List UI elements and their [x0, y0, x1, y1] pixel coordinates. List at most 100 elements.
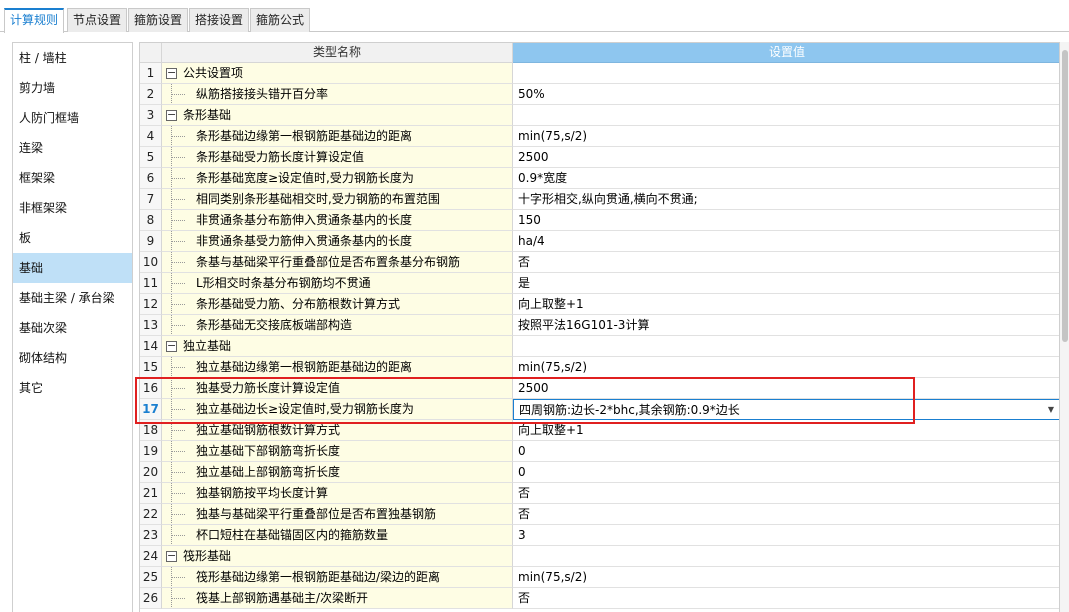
type-name-cell: 独立基础下部钢筋弯折长度 [162, 441, 513, 462]
setting-value-cell[interactable]: 2500 [513, 147, 1059, 168]
sidebar-item-foundation-main-beam[interactable]: 基础主梁 / 承台梁 [13, 283, 132, 313]
table-row[interactable]: 15 独立基础边缘第一根钢筋距基础边的距离 min(75,s/2) [140, 357, 1059, 378]
tab-lap-settings[interactable]: 搭接设置 [189, 8, 250, 32]
table-row[interactable]: 8 非贯通条基分布筋伸入贯通条基内的长度 150 [140, 210, 1059, 231]
setting-value-cell [513, 105, 1059, 126]
row-number: 2 [140, 84, 162, 105]
sidebar-item-other[interactable]: 其它 [13, 373, 132, 403]
tree-branch [171, 304, 185, 305]
setting-value-cell[interactable]: 0.9*宽度 [513, 168, 1059, 189]
group-row[interactable]: 24− 筏形基础 [140, 546, 1059, 567]
type-name-label: 条形基础宽度≥设定值时,受力钢筋长度为 [196, 171, 414, 185]
setting-value-cell[interactable]: 十字形相交,纵向贯通,横向不贯通; [513, 189, 1059, 210]
table-row[interactable]: 22 独基与基础梁平行重叠部位是否布置独基钢筋 否 [140, 504, 1059, 525]
setting-value-cell [513, 336, 1059, 357]
row-number: 26 [140, 588, 162, 609]
setting-value-cell[interactable]: 0 [513, 441, 1059, 462]
group-row[interactable]: 3− 条形基础 [140, 105, 1059, 126]
table-row[interactable]: 17 独立基础边长≥设定值时,受力钢筋长度为 四周钢筋:边长-2*bhc,其余钢筋:… [140, 399, 1059, 420]
table-row[interactable]: 23 杯口短柱在基础锚固区内的箍筋数量 3 [140, 525, 1059, 546]
setting-value-cell[interactable]: 按照平法16G101-3计算 [513, 315, 1059, 336]
setting-value-text: 否 [518, 591, 531, 605]
table-row[interactable]: 6 条形基础宽度≥设定值时,受力钢筋长度为 0.9*宽度 [140, 168, 1059, 189]
sidebar-item-foundation[interactable]: 基础 [13, 253, 132, 283]
sidebar-item-slab[interactable]: 板 [13, 223, 132, 253]
sidebar-item-foundation-secondary-beam[interactable]: 基础次梁 [13, 313, 132, 343]
setting-value-cell[interactable]: 否 [513, 588, 1059, 609]
table-row[interactable]: 10 条基与基础梁平行重叠部位是否布置条基分布钢筋 否 [140, 252, 1059, 273]
group-label: 独立基础 [183, 339, 232, 353]
tab-stirrup-settings[interactable]: 箍筋设置 [128, 8, 189, 32]
setting-value-cell[interactable]: 否 [513, 252, 1059, 273]
setting-value-cell[interactable]: 3 [513, 525, 1059, 546]
setting-value-cell[interactable]: 向上取整+1 [513, 294, 1059, 315]
column-header-type-name[interactable]: 类型名称 [162, 43, 513, 63]
category-sidebar: 柱 / 墙柱 剪力墙 人防门框墙 连梁 框架梁 非框架梁 板 基础 基础主梁 /… [12, 42, 133, 612]
table-row[interactable]: 20 独立基础上部钢筋弯折长度 0 [140, 462, 1059, 483]
tree-branch [171, 388, 185, 389]
setting-value-cell[interactable]: 0 [513, 462, 1059, 483]
table-row[interactable]: 4 条形基础边缘第一根钢筋距基础边的距离 min(75,s/2) [140, 126, 1059, 147]
table-row[interactable]: 12 条形基础受力筋、分布筋根数计算方式 向上取整+1 [140, 294, 1059, 315]
type-name-cell: L形相交时条基分布钢筋均不贯通 [162, 273, 513, 294]
setting-value-text: 否 [518, 255, 531, 269]
type-name-cell: 非贯通条基受力筋伸入贯通条基内的长度 [162, 231, 513, 252]
sidebar-item-shear-wall[interactable]: 剪力墙 [13, 73, 132, 103]
setting-value-text: 2500 [518, 381, 549, 395]
table-row[interactable]: 16 独基受力筋长度计算设定值 2500 [140, 378, 1059, 399]
setting-value-cell[interactable]: 150 [513, 210, 1059, 231]
tab-node-settings[interactable]: 节点设置 [67, 8, 128, 32]
setting-value-cell[interactable]: 2500 [513, 378, 1059, 399]
collapse-toggle-icon[interactable]: − [166, 550, 177, 562]
setting-value-text: 向上取整+1 [518, 423, 584, 437]
type-name-cell: 独基受力筋长度计算设定值 [162, 378, 513, 399]
table-row[interactable]: 25 筏形基础边缘第一根钢筋距基础边/梁边的距离 min(75,s/2) [140, 567, 1059, 588]
table-row[interactable]: 13 条形基础无交接底板端部构造 按照平法16G101-3计算 [140, 315, 1059, 336]
setting-value-cell[interactable]: min(75,s/2) [513, 357, 1059, 378]
sidebar-item-frame-beam[interactable]: 框架梁 [13, 163, 132, 193]
tab-stirrup-formula[interactable]: 箍筋公式 [250, 8, 311, 32]
type-name-label: 相同类别条形基础相交时,受力钢筋的布置范围 [196, 192, 440, 206]
grid-rows: 1− 公共设置项 2 纵筋搭接接头错开百分率 50% 3− 条形基础 4 条形基础边缘第一根钢筋… [140, 63, 1059, 609]
setting-value-cell[interactable]: min(75,s/2) [513, 567, 1059, 588]
tab-calc-rules[interactable]: 计算规则 [4, 8, 65, 33]
sidebar-item-column[interactable]: 柱 / 墙柱 [13, 43, 132, 73]
setting-value-dropdown[interactable]: 四周钢筋:边长-2*bhc,其余钢筋:0.9*边长 ▼ [513, 399, 1059, 420]
setting-value-cell[interactable]: 向上取整+1 [513, 420, 1059, 441]
dropdown-arrow-icon[interactable]: ▼ [1048, 400, 1054, 419]
scrollbar-thumb[interactable] [1062, 50, 1068, 342]
type-name-cell: 杯口短柱在基础锚固区内的箍筋数量 [162, 525, 513, 546]
setting-value-cell[interactable]: min(75,s/2) [513, 126, 1059, 147]
table-row[interactable]: 9 非贯通条基受力筋伸入贯通条基内的长度 ha/4 [140, 231, 1059, 252]
table-row[interactable]: 2 纵筋搭接接头错开百分率 50% [140, 84, 1059, 105]
sidebar-item-masonry[interactable]: 砌体结构 [13, 343, 132, 373]
sidebar-item-civil-defense-door-wall[interactable]: 人防门框墙 [13, 103, 132, 133]
table-row[interactable]: 21 独基钢筋按平均长度计算 否 [140, 483, 1059, 504]
tree-branch [171, 367, 185, 368]
setting-value-cell[interactable]: 否 [513, 504, 1059, 525]
table-row[interactable]: 26 筏基上部钢筋遇基础主/次梁断开 否 [140, 588, 1059, 609]
table-row[interactable]: 5 条形基础受力筋长度计算设定值 2500 [140, 147, 1059, 168]
column-header-setting-value[interactable]: 设置值 [513, 43, 1059, 63]
table-row[interactable]: 19 独立基础下部钢筋弯折长度 0 [140, 441, 1059, 462]
setting-value-text: 0 [518, 465, 526, 479]
setting-value-text: min(75,s/2) [518, 570, 588, 584]
collapse-toggle-icon[interactable]: − [166, 340, 177, 352]
sidebar-item-non-frame-beam[interactable]: 非框架梁 [13, 193, 132, 223]
setting-value-cell[interactable]: ha/4 [513, 231, 1059, 252]
collapse-toggle-icon[interactable]: − [166, 109, 177, 121]
collapse-toggle-icon[interactable]: − [166, 67, 177, 79]
setting-value-cell[interactable]: 是 [513, 273, 1059, 294]
table-row[interactable]: 18 独立基础钢筋根数计算方式 向上取整+1 [140, 420, 1059, 441]
type-name-label: 筏形基础边缘第一根钢筋距基础边/梁边的距离 [196, 570, 441, 584]
tree-branch [171, 535, 185, 536]
group-name-cell: − 独立基础 [162, 336, 513, 357]
grid-header: 类型名称 设置值 [140, 43, 1059, 63]
table-row[interactable]: 11 L形相交时条基分布钢筋均不贯通 是 [140, 273, 1059, 294]
setting-value-cell[interactable]: 否 [513, 483, 1059, 504]
group-row[interactable]: 14− 独立基础 [140, 336, 1059, 357]
setting-value-cell[interactable]: 50% [513, 84, 1059, 105]
sidebar-item-coupling-beam[interactable]: 连梁 [13, 133, 132, 163]
group-row[interactable]: 1− 公共设置项 [140, 63, 1059, 84]
table-row[interactable]: 7 相同类别条形基础相交时,受力钢筋的布置范围 十字形相交,纵向贯通,横向不贯通; [140, 189, 1059, 210]
